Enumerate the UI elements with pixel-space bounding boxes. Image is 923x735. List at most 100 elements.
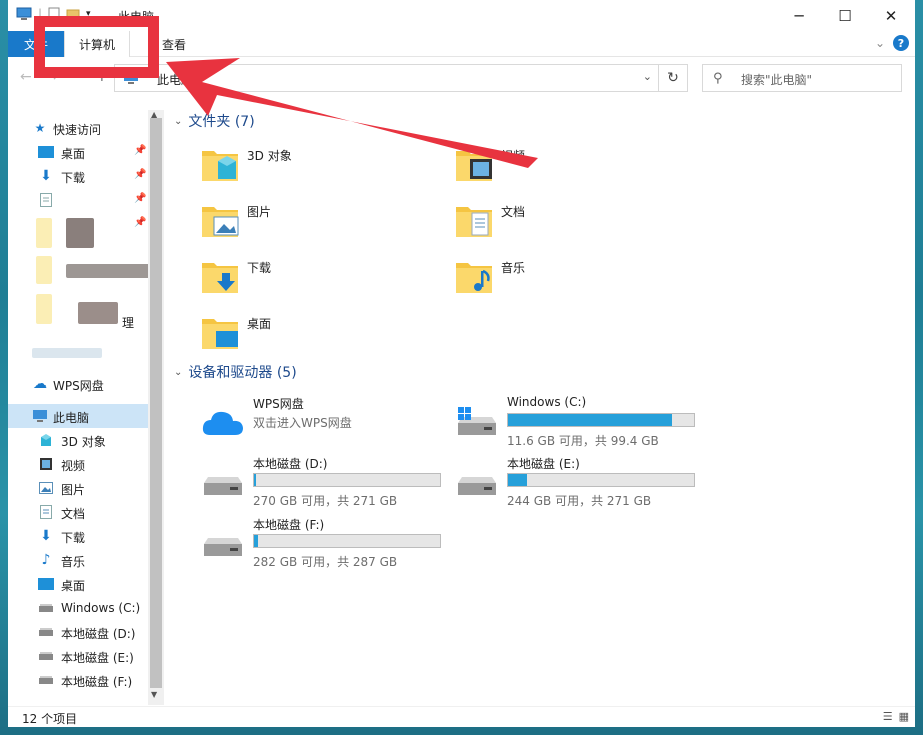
- drive-icon: [454, 467, 500, 501]
- search-box[interactable]: ⚲ 搜索"此电脑": [702, 64, 902, 92]
- pin-icon[interactable]: 📌: [134, 145, 146, 156]
- sidebar-item-this-pc[interactable]: 此电脑: [8, 404, 148, 428]
- drive-name: 本地磁盘 (D:): [253, 457, 328, 471]
- drive-icon: [38, 672, 54, 688]
- drive-space-info: 270 GB 可用，共 271 GB: [253, 494, 398, 508]
- folder-name: 视频: [501, 149, 526, 163]
- ribbon-controls: ⌄ ?: [875, 35, 909, 51]
- search-input[interactable]: 搜索"此电脑": [741, 71, 812, 88]
- documents-icon: [38, 504, 54, 520]
- folder-tile[interactable]: 桌面: [180, 307, 430, 359]
- pin-icon[interactable]: 📌: [134, 193, 146, 204]
- sidebar-item-desktop[interactable]: 桌面 📌: [8, 140, 148, 164]
- star-icon: ★: [34, 121, 46, 135]
- watermark-brand: Baidu经验: [702, 640, 887, 680]
- sidebar-item-pc-6[interactable]: 桌面: [8, 572, 148, 596]
- sidebar-item-pc-1[interactable]: 视频: [8, 452, 148, 476]
- sidebar-item-label: 快速访问: [53, 123, 102, 137]
- folder-tile[interactable]: 音乐: [434, 251, 684, 303]
- folder-tile[interactable]: 视频: [434, 139, 684, 191]
- sidebar-item-label: 本地磁盘 (F:): [61, 675, 133, 689]
- navigation-pane: ★ 快速访问 桌面 📌 ⬇ 下载 📌 📌 📌 理 ☁ WPS网盘 此电脑 3D …: [8, 110, 164, 705]
- scroll-down-icon[interactable]: ▼: [151, 690, 157, 699]
- pictures-icon: [38, 480, 54, 496]
- folder-tile[interactable]: 下载: [180, 251, 430, 303]
- download-icon: ⬇: [40, 528, 52, 544]
- sidebar-item-pc-10[interactable]: 本地磁盘 (F:): [8, 668, 148, 692]
- documents-folder-icon: [454, 199, 494, 239]
- address-path[interactable]: 此电脑: [157, 71, 193, 88]
- folders-group-label: 文件夹 (7): [188, 114, 255, 130]
- cloud-icon: [202, 411, 243, 435]
- sidebar-item-label: 图片: [61, 483, 86, 497]
- desktop-icon: [38, 144, 54, 160]
- back-icon[interactable]: ←: [20, 69, 32, 85]
- pin-icon[interactable]: 📌: [134, 217, 146, 228]
- minimize-button[interactable]: ─: [776, 0, 822, 31]
- drive-tile[interactable]: Windows (C:) 11.6 GB 可用，共 99.4 GB: [440, 395, 695, 449]
- drive-icon: [454, 407, 500, 441]
- sidebar-item-label: 3D 对象: [61, 435, 106, 449]
- music-icon: ♪: [41, 552, 51, 568]
- content-pane: ⌄ 文件夹 (7) 3D 对象 视频图片 文档下载 音乐桌面 ⌄ 设备和驱动器 (5)…: [172, 105, 915, 705]
- this-pc-icon: [32, 408, 48, 424]
- item-count: 12 个项目: [22, 712, 78, 726]
- sidebar-item-pc-9[interactable]: 本地磁盘 (E:): [8, 644, 148, 668]
- folder-name: 图片: [247, 205, 272, 219]
- folder-name: 文档: [501, 205, 526, 219]
- sidebar-item-pc-7[interactable]: Windows (C:): [8, 596, 148, 620]
- folder-name: 3D 对象: [247, 149, 292, 163]
- download-icon: ⬇: [40, 168, 52, 184]
- address-dropdown-icon[interactable]: ⌄: [643, 70, 652, 83]
- sidebar-item-pc-3[interactable]: 文档: [8, 500, 148, 524]
- drive-tile[interactable]: 本地磁盘 (F:) 282 GB 可用，共 287 GB: [186, 516, 441, 570]
- sidebar-item-pc-4[interactable]: ⬇ 下载: [8, 524, 148, 548]
- sidebar-item-wps[interactable]: ☁ WPS网盘: [8, 372, 148, 396]
- drive-icon: [200, 528, 246, 562]
- blurred-label-tail: 理: [122, 316, 135, 330]
- folders-group-header[interactable]: ⌄ 文件夹 (7): [174, 111, 255, 131]
- sidebar-item-label: 音乐: [61, 555, 86, 569]
- pin-icon[interactable]: 📌: [134, 169, 146, 180]
- drive-subtitle: 双击进入WPS网盘: [253, 416, 352, 430]
- drive-tile[interactable]: 本地磁盘 (E:) 244 GB 可用，共 271 GB: [440, 455, 695, 509]
- folder-tile[interactable]: 3D 对象: [180, 139, 430, 191]
- sidebar-item-pc-8[interactable]: 本地磁盘 (D:): [8, 620, 148, 644]
- maximize-button[interactable]: ☐: [822, 0, 868, 31]
- desktop-folder-icon: [200, 311, 240, 351]
- folder-tile[interactable]: 图片: [180, 195, 430, 247]
- pictures-folder-icon: [200, 199, 240, 239]
- address-bar[interactable]: 此电脑 ⌄: [114, 64, 659, 92]
- sidebar-item-label: 文档: [61, 507, 86, 521]
- sidebar-item-label: 桌面: [61, 147, 86, 161]
- sidebar-item-quick-access[interactable]: ★ 快速访问: [8, 116, 148, 140]
- 3d-objects-icon: [38, 432, 54, 448]
- sidebar-scrollbar[interactable]: ▲ ▼: [148, 110, 164, 705]
- drive-tile[interactable]: 本地磁盘 (D:) 270 GB 可用，共 271 GB: [186, 455, 441, 509]
- drive-name: Windows (C:): [507, 395, 587, 409]
- folder-name: 音乐: [501, 261, 526, 275]
- refresh-button[interactable]: ↻: [658, 64, 688, 92]
- scroll-thumb[interactable]: [150, 118, 162, 688]
- devices-group-header[interactable]: ⌄ 设备和驱动器 (5): [174, 362, 297, 382]
- 3d-objects-folder-icon: [200, 143, 240, 183]
- document-icon: [38, 192, 54, 208]
- sidebar-item-downloads[interactable]: ⬇ 下载 📌: [8, 164, 148, 188]
- close-button[interactable]: ✕: [868, 0, 914, 31]
- drive-space-info: 282 GB 可用，共 287 GB: [253, 555, 398, 569]
- annotation-highlight-box: [34, 16, 159, 78]
- sidebar-item-documents[interactable]: 📌: [8, 188, 148, 212]
- sidebar-item-pc-2[interactable]: 图片: [8, 476, 148, 500]
- sidebar-item-pc-0[interactable]: 3D 对象: [8, 428, 148, 452]
- wps-drive-tile[interactable]: WPS网盘 双击进入WPS网盘: [186, 395, 440, 449]
- folder-tile[interactable]: 文档: [434, 195, 684, 247]
- collapse-ribbon-icon[interactable]: ⌄: [875, 36, 885, 50]
- drive-name: 本地磁盘 (F:): [253, 518, 325, 532]
- help-icon[interactable]: ?: [893, 35, 909, 51]
- sidebar-item-pc-5[interactable]: ♪ 音乐: [8, 548, 148, 572]
- watermark-url: jingyan.baidu.com: [708, 692, 828, 707]
- drive-icon: [200, 467, 246, 501]
- drive-icon: [38, 600, 54, 616]
- sidebar-item-label: 下载: [61, 171, 86, 185]
- video-folder-icon: [454, 143, 494, 183]
